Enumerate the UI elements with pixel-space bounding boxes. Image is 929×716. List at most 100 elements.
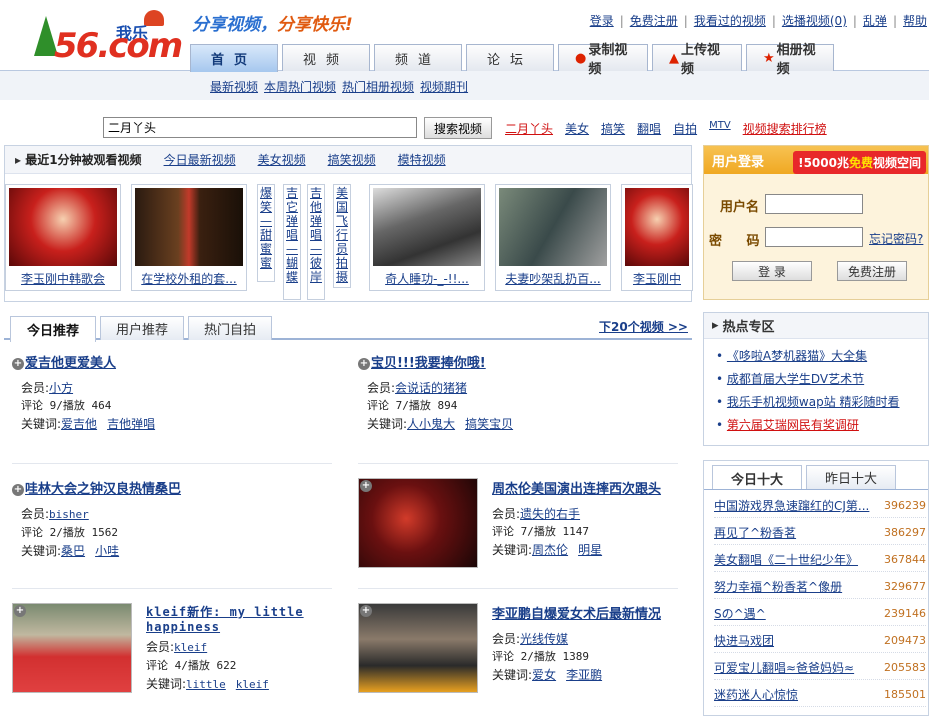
video-title[interactable]: 爱吉他更爱美人 (25, 356, 116, 371)
sub-nav-album-hot[interactable]: 热门相册视频 (342, 78, 414, 95)
add-icon[interactable]: + (360, 605, 372, 617)
top10-title-link[interactable]: 迷药迷人心惊惊 (714, 686, 798, 703)
login-button[interactable]: 登 录 (732, 261, 812, 281)
free-space-badge[interactable]: !5000兆免费视频空间 (793, 151, 926, 174)
member-link[interactable]: 会说话的猪猪 (395, 381, 467, 395)
tab-forum[interactable]: 论坛 (466, 44, 554, 71)
tab-home[interactable]: 首页 (190, 44, 278, 72)
hot-word[interactable]: 二月丫头 (505, 120, 553, 137)
top10-title-link[interactable]: 快进马戏团 (714, 632, 774, 649)
thumb-caption[interactable]: 在学校外租的套... (135, 270, 243, 287)
tab-user-recommend[interactable]: 用户推荐 (100, 316, 184, 340)
search-input[interactable] (103, 117, 417, 138)
thumb-caption[interactable]: 李玉刚中 (625, 270, 689, 287)
vertical-title-link[interactable]: 吉它弹唱—蝴蝶 (283, 184, 301, 300)
keyword-link[interactable]: 吉他弹唱 (107, 417, 155, 431)
video-thumb[interactable]: 李玉刚中韩歌会 (5, 184, 121, 291)
playlist-link[interactable]: 选播视频(0) (782, 14, 847, 28)
top10-title-link[interactable]: 可爱宝儿翻唱≈爸爸妈妈≈ (714, 659, 854, 676)
register-link[interactable]: 免费注册 (630, 14, 678, 28)
tab-hot-selfie[interactable]: 热门自拍 (188, 316, 272, 340)
search-ranking-link[interactable]: 视频搜索排行榜 (743, 120, 827, 137)
tab-today-top10[interactable]: 今日十大 (712, 465, 802, 490)
forgot-password-link[interactable]: 忘记密码? (869, 230, 923, 247)
hot-zone-link[interactable]: 成都首届大学生DV艺术节 (727, 372, 864, 386)
video-thumb[interactable]: 夫妻吵架乱扔百... (495, 184, 611, 291)
tab-upload[interactable]: ▲ 上传视频 (652, 43, 742, 77)
video-title[interactable]: 宝贝!!!我要捧你哦! (371, 356, 486, 371)
hot-word[interactable]: 美女 (565, 120, 589, 137)
keyword-link[interactable]: 爱吉他 (61, 417, 97, 431)
recent-tab-funny[interactable]: 搞笑视频 (328, 151, 376, 168)
video-thumbnail[interactable] (358, 478, 478, 568)
login-link[interactable]: 登录 (590, 14, 614, 28)
add-icon[interactable]: + (360, 480, 372, 492)
hot-word[interactable]: 翻唱 (637, 120, 661, 137)
video-title[interactable]: 周杰伦美国演出连摔西次跟头 (492, 482, 661, 497)
keyword-link[interactable]: kleif (236, 678, 269, 691)
hot-zone-link[interactable]: 《哆啦A梦机器猫》大全集 (727, 349, 867, 363)
top10-title-link[interactable]: 再见了^粉香茗 (714, 524, 796, 541)
hot-word[interactable]: MTV (709, 120, 731, 137)
keyword-link[interactable]: 爱女 (532, 668, 556, 682)
member-link[interactable]: kleif (174, 641, 207, 654)
tab-album[interactable]: ★ 相册视频 (746, 43, 834, 77)
top10-title-link[interactable]: 美女翻唱《二十世纪少年》 (714, 551, 858, 568)
top10-title-link[interactable]: 中国游戏界急速蹿红的CJ第... (714, 497, 869, 514)
video-title[interactable]: kleif新作: my little happiness (146, 605, 304, 634)
member-link[interactable]: 小方 (49, 381, 73, 395)
site-logo[interactable]: 我乐 56.com (32, 8, 183, 66)
add-icon[interactable]: + (12, 483, 24, 496)
video-thumbnail[interactable] (358, 603, 478, 693)
top10-title-link[interactable]: Sの^遇^ (714, 605, 766, 622)
video-thumb[interactable]: 奇人睡功-_-!!... (369, 184, 485, 291)
help-link[interactable]: 帮助 (903, 14, 927, 28)
hot-word[interactable]: 搞笑 (601, 120, 625, 137)
next-20-videos-link[interactable]: 下20个视频 >> (599, 318, 688, 335)
random-link[interactable]: 乱弹 (863, 14, 887, 28)
member-link[interactable]: 遗失的右手 (520, 507, 580, 521)
username-field[interactable] (765, 194, 863, 214)
sub-nav-latest[interactable]: 最新视频 (210, 78, 258, 95)
keyword-link[interactable]: 搞笑宝贝 (465, 417, 513, 431)
keyword-link[interactable]: 明星 (578, 543, 602, 557)
thumb-caption[interactable]: 李玉刚中韩歌会 (9, 270, 117, 287)
keyword-link[interactable]: little (186, 678, 226, 691)
video-thumbnail[interactable] (12, 603, 132, 693)
tab-yesterday-top10[interactable]: 昨日十大 (806, 465, 896, 489)
tab-channel[interactable]: 频道 (374, 44, 462, 71)
vertical-title-link[interactable]: 吉他弹唱—彼岸 (307, 184, 325, 300)
video-thumb[interactable]: 李玉刚中 (621, 184, 693, 291)
member-link[interactable]: 光线传媒 (520, 632, 568, 646)
keyword-link[interactable]: 小哇 (95, 544, 119, 558)
hot-zone-link[interactable]: 我乐手机视频wap站 精彩随时看 (727, 395, 900, 409)
sub-nav-periodical[interactable]: 视频期刊 (420, 78, 468, 95)
video-thumb[interactable]: 在学校外租的套... (131, 184, 247, 291)
vertical-title-link[interactable]: 美国飞行员拍摄 (333, 184, 351, 288)
search-button[interactable]: 搜索视频 (424, 117, 492, 139)
add-icon[interactable]: + (14, 605, 26, 617)
top10-title-link[interactable]: 努力幸福^粉香茗^像册 (714, 578, 842, 595)
recent-tab-beauty[interactable]: 美女视频 (258, 151, 306, 168)
add-icon[interactable]: + (358, 357, 370, 370)
keyword-link[interactable]: 人小鬼大 (407, 417, 455, 431)
video-title[interactable]: 李亚鹏自爆爱女术后最新情况 (492, 607, 661, 622)
video-title[interactable]: 哇林大会之钟汉良热情桑巴 (25, 482, 181, 497)
thumb-caption[interactable]: 夫妻吵架乱扔百... (499, 270, 607, 287)
member-link[interactable]: bisher (49, 508, 89, 521)
register-button[interactable]: 免费注册 (837, 261, 907, 281)
history-link[interactable]: 我看过的视频 (694, 14, 766, 28)
thumb-caption[interactable]: 奇人睡功-_-!!... (373, 270, 481, 287)
add-icon[interactable]: + (12, 357, 24, 370)
vertical-title-link[interactable]: 爆笑—甜蜜蜜 (257, 184, 275, 282)
sub-nav-weekly-hot[interactable]: 本周热门视频 (264, 78, 336, 95)
keyword-link[interactable]: 李亚鹏 (566, 668, 602, 682)
keyword-link[interactable]: 周杰伦 (532, 543, 568, 557)
recent-tab-model[interactable]: 模特视频 (398, 151, 446, 168)
hot-zone-link[interactable]: 第六届艾瑞网民有奖调研 (727, 418, 859, 432)
hot-word[interactable]: 自拍 (673, 120, 697, 137)
tab-today-recommend[interactable]: 今日推荐 (10, 316, 96, 342)
recent-tab-latest[interactable]: 今日最新视频 (164, 151, 236, 168)
tab-record[interactable]: ● 录制视频 (558, 43, 648, 77)
password-field[interactable] (765, 227, 863, 247)
